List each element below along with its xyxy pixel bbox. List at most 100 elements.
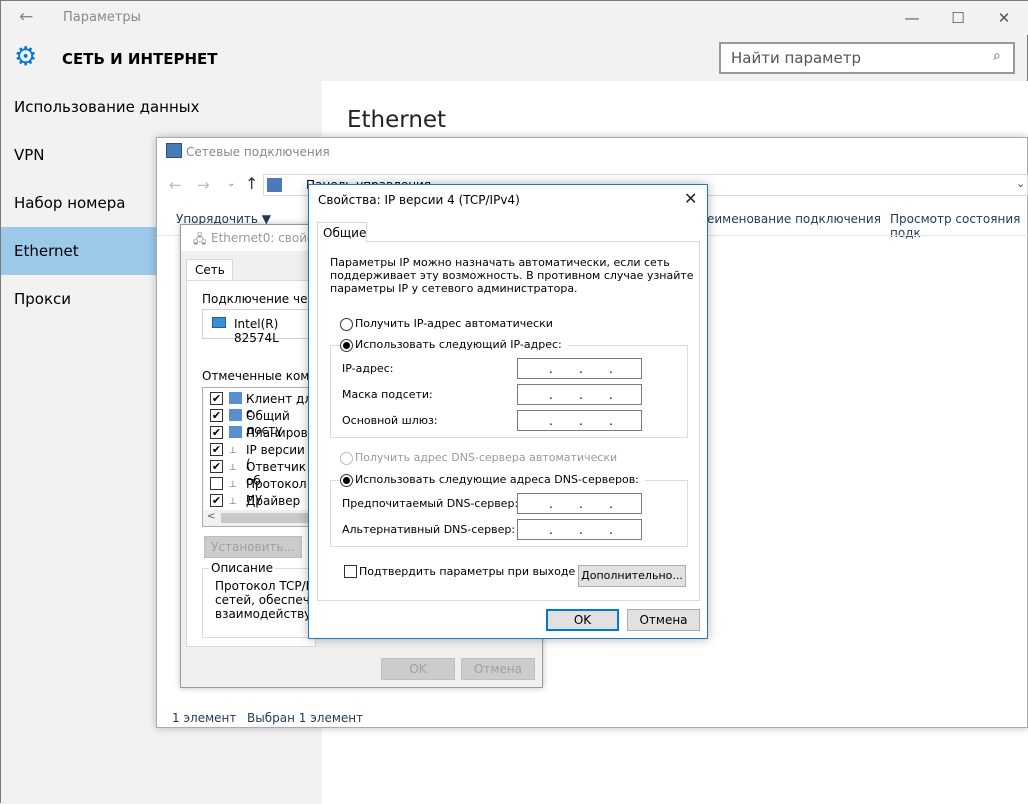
gateway-field[interactable]: ... (517, 410, 642, 431)
advanced-button[interactable]: Дополнительно... (578, 565, 686, 587)
tab-network[interactable]: Сеть (186, 259, 233, 281)
component-checkbox[interactable]: ✔ (210, 443, 223, 456)
network-folder-icon (267, 178, 282, 192)
auto-ip-label[interactable]: Получить IP-адрес автоматически (355, 317, 553, 330)
components-list[interactable]: ✔ Клиент для с ✔ Общий досту ✔ Планировщ… (202, 387, 327, 527)
tab-label: Общие (323, 226, 367, 240)
ip-address-label: IP-адрес: (342, 362, 394, 375)
network-card-icon (212, 317, 226, 328)
up-arrow-icon[interactable]: ↑ (245, 174, 258, 193)
list-item[interactable]: ✔ ⊥ IP версии 4 ( (203, 441, 323, 471)
gateway-label: Основной шлюз: (342, 414, 438, 427)
cancel-button[interactable]: Отмена (627, 609, 700, 631)
ip-dot: . (609, 362, 613, 376)
ip-dot: . (579, 497, 583, 511)
manual-dns-label[interactable]: Использовать следующие адреса DNS-сервер… (355, 473, 645, 486)
manual-ip-label[interactable]: Использовать следующий IP-адрес: (355, 338, 568, 351)
ip-dot: . (609, 497, 613, 511)
gear-icon: ⚙ (14, 42, 38, 72)
description-label: Описание (209, 561, 276, 575)
status-item-count: 1 элемент (172, 711, 237, 725)
subnet-mask-label: Маска подсети: (342, 388, 433, 401)
settings-titlebar: ← Параметры — ☐ ✕ (1, 1, 1028, 35)
description-line: Протокол TCP/IP. (215, 579, 319, 593)
validate-label[interactable]: Подтвердить параметры при выходе (359, 565, 575, 578)
alternate-dns-label: Альтернативный DNS-сервер: (342, 523, 516, 536)
close-icon[interactable]: ✕ (684, 189, 697, 208)
auto-dns-label[interactable]: Получить адрес DNS-сервера автоматически (355, 451, 617, 464)
component-icon (229, 409, 242, 421)
list-item[interactable]: ⊥ Протокол му (203, 475, 323, 505)
search-input[interactable]: Найти параметр (719, 42, 1015, 74)
cancel-button[interactable]: Отмена (461, 658, 535, 680)
list-item[interactable]: ✔ Клиент для с (203, 390, 323, 420)
intro-text-line: поддерживает эту возможность. В противно… (330, 269, 694, 282)
forward-arrow-icon[interactable]: → (197, 176, 210, 194)
component-checkbox[interactable]: ✔ (210, 392, 223, 405)
rename-connection-button[interactable]: еименование подключения (707, 212, 881, 226)
intro-text-line: параметры IP у сетевого администратора. (330, 282, 578, 295)
address-dropdown-icon[interactable]: ⌄ (1016, 177, 1025, 190)
component-icon (229, 392, 242, 404)
auto-ip-radio[interactable] (340, 318, 353, 331)
maximize-icon[interactable]: ☐ (935, 1, 981, 35)
ok-button[interactable]: OK (546, 609, 619, 631)
protocol-icon: ⊥ (229, 480, 237, 490)
install-button[interactable]: Установить... (204, 536, 302, 558)
manual-dns-radio[interactable] (340, 474, 353, 487)
component-checkbox[interactable]: ✔ (210, 460, 223, 473)
component-checkbox[interactable] (210, 477, 223, 490)
ip-dot: . (579, 362, 583, 376)
ip-dot: . (549, 362, 553, 376)
list-item[interactable]: ✔ ⊥ Ответчик об (203, 458, 323, 488)
component-checkbox[interactable]: ✔ (210, 494, 223, 507)
adapter-field: Intel(R) 82574L (202, 309, 322, 345)
component-checkbox[interactable]: ✔ (210, 409, 223, 422)
horizontal-scrollbar[interactable]: < (203, 510, 321, 526)
list-item[interactable]: ✔ Планировщи (203, 424, 327, 441)
sidebar-item-data-usage[interactable]: Использование данных (1, 83, 322, 131)
preferred-dns-label: Предпочитаемый DNS-сервер: (342, 497, 519, 510)
alternate-dns-field[interactable]: ... (517, 519, 642, 540)
status-selected-count: Выбран 1 элемент (247, 711, 364, 725)
auto-dns-radio[interactable] (340, 452, 353, 465)
back-arrow-icon[interactable]: ← (169, 176, 182, 194)
ip-dot: . (579, 523, 583, 537)
back-arrow-icon[interactable]: ← (19, 7, 33, 27)
component-checkbox[interactable]: ✔ (210, 426, 223, 439)
scroll-left-icon[interactable]: < (207, 511, 215, 522)
ipv4-properties-dialog: Свойства: IP версии 4 (TCP/IPv4) ✕ Общие… (308, 184, 708, 639)
scrollbar-thumb[interactable] (221, 513, 321, 523)
ip-dot: . (549, 497, 553, 511)
ip-dot: . (609, 414, 613, 428)
protocol-icon: ⊥ (229, 463, 237, 473)
page-title: Ethernet (347, 107, 447, 133)
preferred-dns-field[interactable]: ... (517, 493, 642, 514)
list-item[interactable]: ✔ Общий досту (203, 407, 323, 437)
ip-dot: . (579, 414, 583, 428)
tab-general[interactable]: Общие (317, 222, 367, 243)
ip-address-field[interactable]: ... (517, 358, 642, 379)
section-header: СЕТЬ И ИНТЕРНЕТ (62, 50, 218, 68)
ip-dot: . (609, 388, 613, 402)
chevron-down-icon[interactable]: ⌄ (227, 178, 235, 189)
ip-dot: . (549, 388, 553, 402)
subnet-mask-field[interactable]: ... (517, 384, 642, 405)
network-folder-icon (166, 143, 182, 158)
close-icon[interactable]: ✕ (981, 1, 1027, 35)
list-item[interactable]: ✔ ⊥ Драйвер про (203, 492, 323, 522)
window-title: Параметры (63, 10, 141, 25)
protocol-icon: ⊥ (229, 446, 237, 456)
ip-dot: . (579, 388, 583, 402)
validate-checkbox[interactable] (344, 565, 357, 578)
manual-ip-radio[interactable] (340, 339, 353, 352)
protocol-icon: ⊥ (229, 497, 237, 507)
ip-dot: . (549, 414, 553, 428)
component-icon (229, 426, 242, 438)
tab-label: Сеть (195, 263, 225, 277)
explorer-title: Сетевые подключения (186, 145, 330, 159)
ok-button[interactable]: OK (381, 658, 455, 680)
search-icon: ⌕ (993, 48, 1001, 64)
minimize-icon[interactable]: — (889, 1, 935, 35)
dialog-title: Свойства: IP версии 4 (TCP/IPv4) (318, 193, 520, 207)
